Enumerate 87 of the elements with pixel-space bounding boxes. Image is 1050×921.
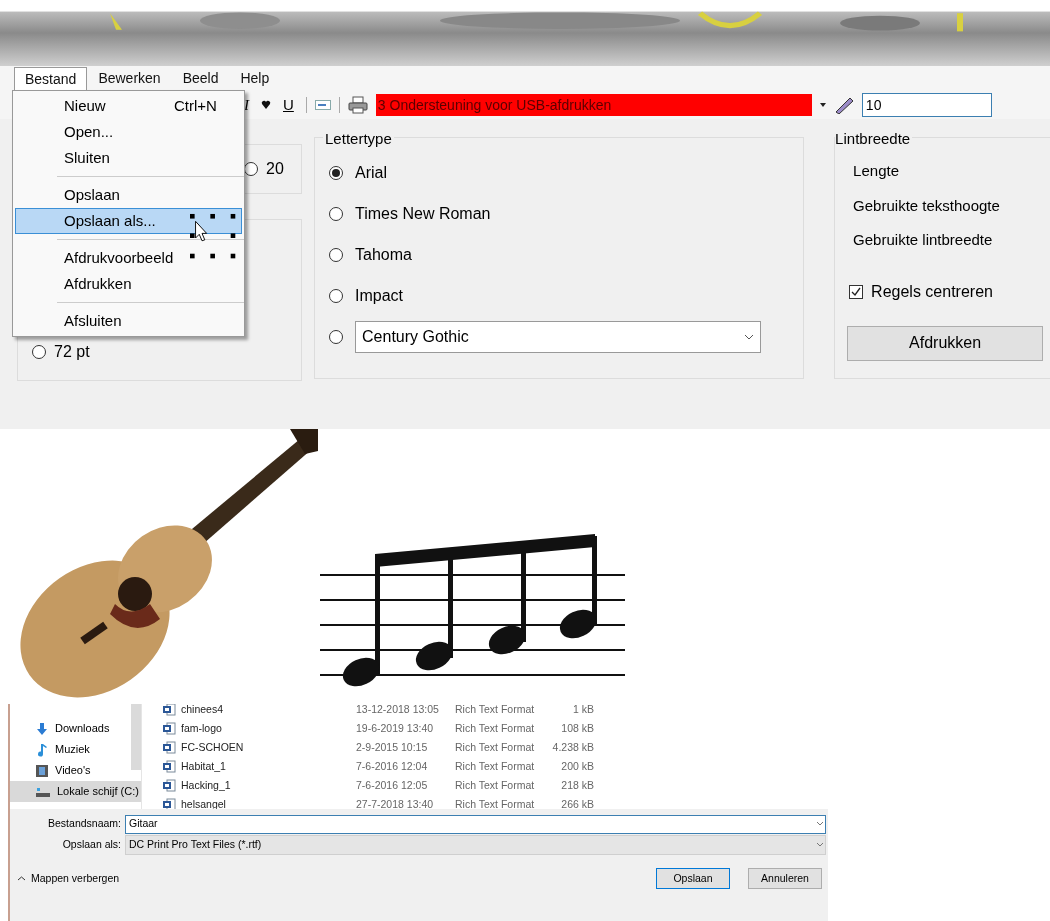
field-label: Gebruikte teksthoogte [853,195,1001,216]
radio-label[interactable]: Tahoma [355,243,412,267]
file-date: 19-6-2019 13:40 [356,720,435,736]
download-arrow-icon [35,721,49,736]
menu-item[interactable]: Opslaan [15,182,242,208]
file-type: Rich Text Format [455,758,535,774]
menu-item[interactable]: Sluiten [15,145,242,171]
document-icon [162,741,176,754]
menu-item[interactable]: Afdrukken [15,271,242,297]
check-icon [851,286,862,297]
file-size: 4.238 kB [551,739,594,755]
heart-icon[interactable] [261,100,271,110]
file-type: Rich Text Format [455,720,535,736]
file-type: Rich Text Format [455,739,535,755]
file-date: 7-6-2016 12:04 [356,758,429,774]
radio-button[interactable] [32,345,46,359]
menu-item[interactable]: Afdrukvoorbeeld [15,245,242,271]
file-row[interactable]: FC-SCHOEN [162,739,356,756]
file-type: Rich Text Format [455,796,535,809]
file-row[interactable]: Hacking_1 [162,777,356,794]
radio-label[interactable]: Arial [355,161,388,185]
checkbox-label[interactable]: Regels centreren [871,279,993,304]
file-size: 1 kB [572,704,594,717]
menu-item[interactable]: Nieuw Ctrl+N [15,93,242,119]
file-type: Rich Text Format [455,704,535,717]
font-select[interactable]: Century Gothic [355,321,762,353]
file-size: 108 kB [560,720,594,736]
nav-item[interactable]: Downloads [10,718,141,739]
menu-item[interactable]: Open... [15,119,242,145]
radio-label[interactable]: Times New Roman [355,202,491,226]
dialog-button[interactable]: Opslaan [656,868,730,889]
dialog-button[interactable]: Annuleren [748,868,822,889]
file-row[interactable]: chinees4 [162,704,356,718]
nav-item[interactable]: Lokale schijf (C:) [10,781,141,802]
hide-folders-link[interactable]: Mappen verbergen [10,870,120,887]
file-row[interactable]: Habitat_1 [162,758,356,775]
file-date: 27-7-2018 13:40 [356,796,435,809]
chevron-down-icon [744,334,755,340]
file-type: Rich Text Format [455,777,535,793]
dropdown-arrow-icon[interactable] [819,103,826,107]
menu-item[interactable]: Afsluiten [15,308,242,334]
file-date: 13-12-2018 13:05 [356,704,440,717]
field-label: Lengte [853,161,900,181]
menu-item[interactable]: Bestand [14,66,88,91]
file-row[interactable]: fam-logo [162,720,356,737]
radio-label[interactable]: 20 [266,157,284,181]
file-type-select[interactable]: DC Print Pro Text Files (*.rtf) [125,835,826,855]
document-icon [162,760,176,773]
underline-button[interactable]: U [279,93,298,117]
nav-item[interactable]: Video's [10,760,141,781]
music-note-icon [35,742,49,757]
radio-button[interactable] [329,207,344,221]
file-size: 266 kB [560,796,594,809]
chevron-down-icon [817,822,823,826]
scrollbar[interactable] [131,704,141,770]
file-date: 2-9-2015 10:15 [356,739,429,755]
printer-select[interactable]: 3 Ondersteuning voor USB-afdrukken [375,94,812,116]
checkbox[interactable] [849,284,864,299]
print-button[interactable]: Afdrukken [847,325,1044,361]
nav-item[interactable]: Muziek [10,739,141,760]
menu-item[interactable]: Opslaan als... [15,208,242,234]
document-icon [162,722,176,735]
menu-item[interactable]: Help [229,66,281,91]
radio-label[interactable]: 72 pt [54,340,90,364]
radio-button[interactable] [329,330,344,344]
size-field[interactable]: 10 [861,93,992,117]
menu-item[interactable]: Beeld [171,66,230,91]
menu-item[interactable]: Bewerken [87,66,172,91]
field-label: Bestandsnaam: [47,816,122,832]
field-label: Opslaan als: [61,837,122,853]
radio-button[interactable] [329,248,344,262]
file-size: 218 kB [560,777,594,793]
filename-field[interactable]: Gitaar [125,814,826,834]
file-date: 7-6-2016 12:05 [356,777,429,793]
drive-icon [35,785,51,798]
chevron-down-icon [817,843,823,847]
file-size: 200 kB [560,758,594,774]
printer-icon[interactable] [347,96,368,114]
field-label: Gebruikte lintbreedte [853,230,994,250]
radio-button[interactable] [329,289,344,303]
radio-label[interactable]: Impact [355,284,404,308]
text-box-icon[interactable] [314,100,331,110]
document-icon [162,779,176,792]
ruler-icon[interactable] [833,96,854,114]
film-icon [35,763,49,778]
chevron-up-icon [18,876,25,881]
radio-button[interactable] [329,166,344,180]
